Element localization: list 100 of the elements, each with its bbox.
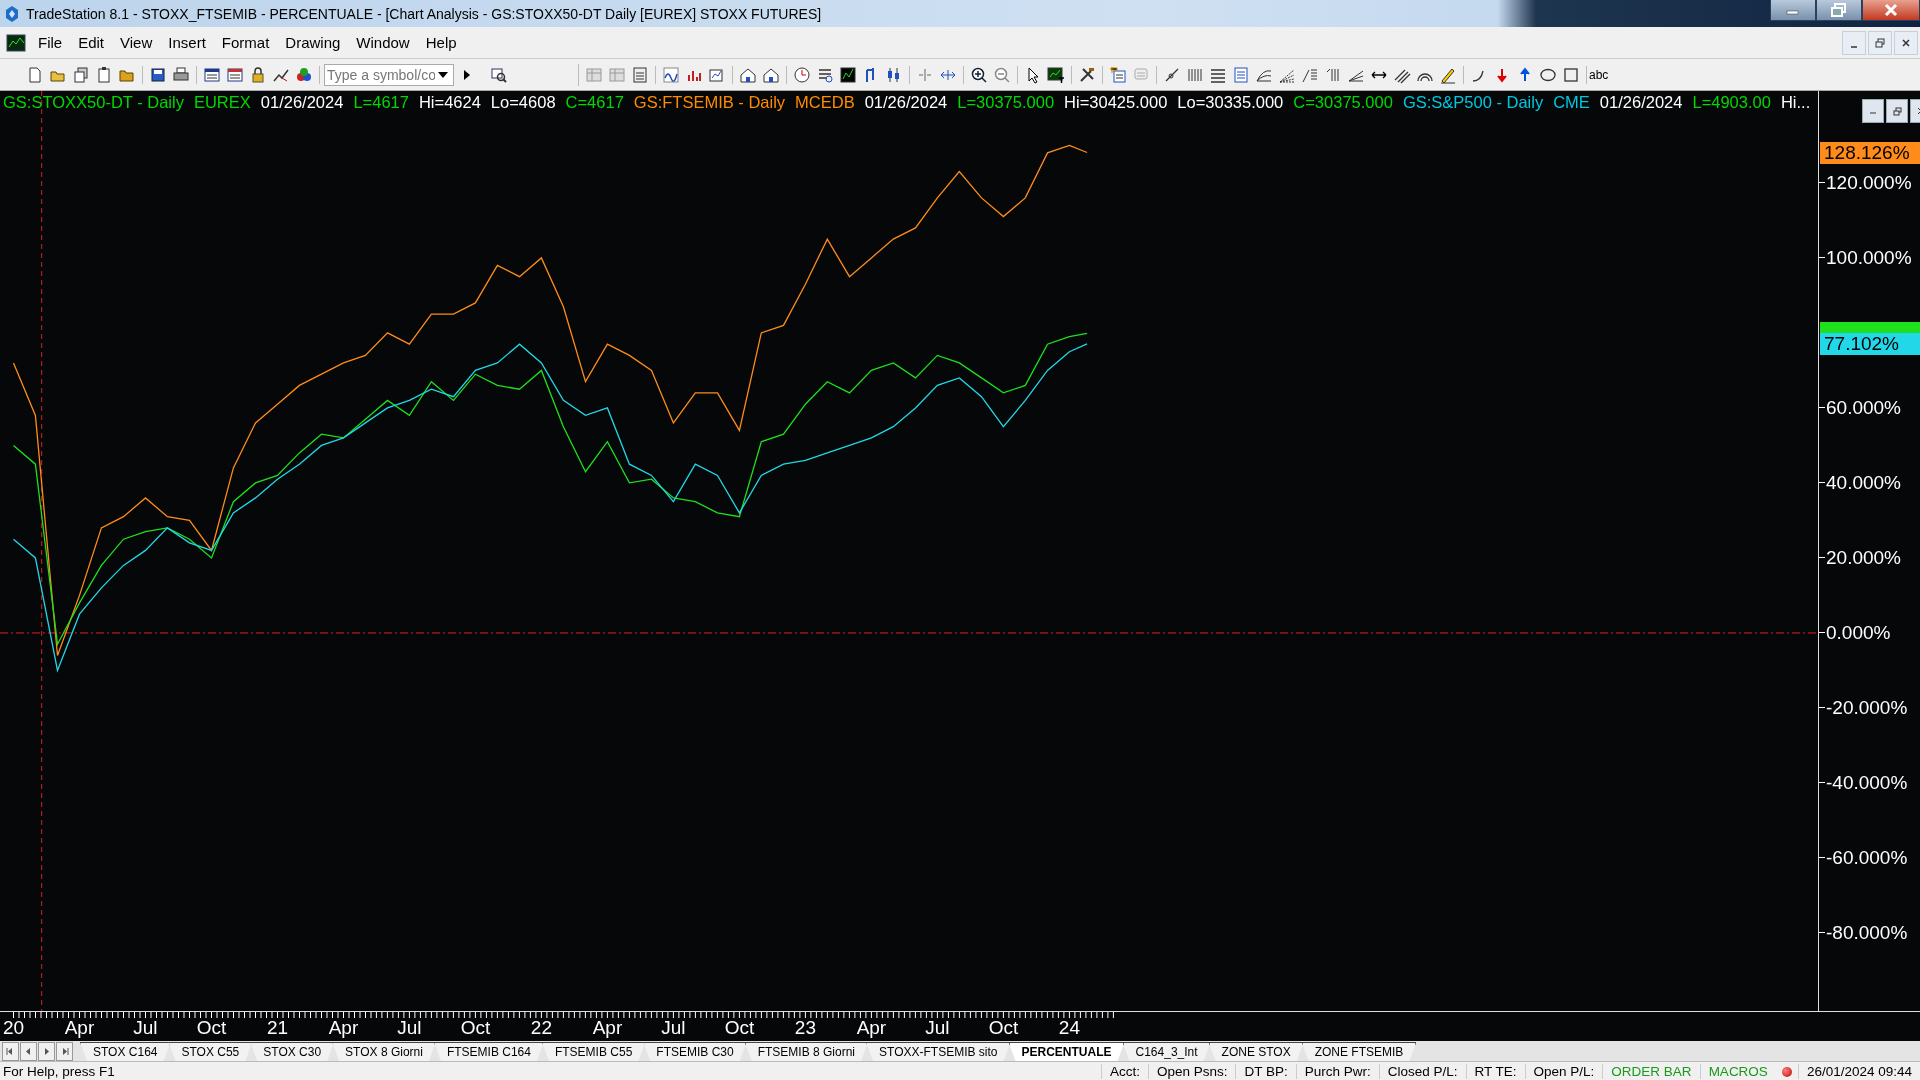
zoom-in-icon[interactable] xyxy=(970,65,988,84)
left-arrow-icon xyxy=(24,1047,33,1056)
menu-item[interactable]: Drawing xyxy=(277,32,349,53)
left-arrow-icon xyxy=(6,1047,15,1056)
restore-button[interactable] xyxy=(1816,0,1862,21)
sheet-tab[interactable]: ZONE STOX xyxy=(1208,1042,1304,1061)
data-label: 01/26/2024 xyxy=(864,93,948,112)
zoom-out-icon[interactable] xyxy=(993,65,1011,84)
data-label: Hi=4624 xyxy=(418,93,481,112)
axis-label: 21 xyxy=(266,1017,288,1039)
restore-icon xyxy=(1892,106,1902,116)
menu-item[interactable]: Help xyxy=(417,32,465,53)
status-field: Closed P/L: xyxy=(1378,1064,1466,1079)
price-marker: 77.102% xyxy=(1820,332,1920,355)
sheet-tab[interactable]: STOX C55 xyxy=(168,1042,253,1061)
right-arrow-icon xyxy=(42,1047,51,1056)
colored-balls-icon[interactable] xyxy=(295,65,313,84)
axis-label: -40.000% xyxy=(1819,771,1908,794)
price-marker: 128.126% xyxy=(1820,141,1920,164)
sheet-tab[interactable]: STOX C30 xyxy=(250,1042,335,1061)
sheet-tab[interactable]: ZONE FTSEMIB xyxy=(1301,1042,1417,1061)
axis-label: -60.000% xyxy=(1819,846,1908,869)
price-levels-icon[interactable] xyxy=(1232,65,1250,84)
data-label: Lo=30335.000 xyxy=(1177,93,1284,112)
axis-label: Jul xyxy=(925,1017,950,1039)
minimize-button[interactable] xyxy=(1770,0,1816,21)
status-field: RT TE: xyxy=(1465,1064,1525,1079)
status-field: Purch Pwr: xyxy=(1295,1064,1379,1079)
window-title: TradeStation 8.1 - STOXX_FTSEMIB - PERCENTUALE - [Chart Analysis - GS:STOXX50-DT Daily [EUREX] STOXX FUTURES] xyxy=(26,5,823,22)
menu-item[interactable]: Format xyxy=(213,32,278,53)
symbol-field[interactable]: Type a symbol/co xyxy=(324,63,454,86)
hammer-wrench-icon[interactable] xyxy=(1078,65,1096,84)
menu-item[interactable]: Insert xyxy=(160,32,214,53)
data-label: Lo=4608 xyxy=(490,93,556,112)
sheet-tab[interactable]: PERCENTUALE xyxy=(1008,1042,1125,1061)
window-list-icon[interactable] xyxy=(203,65,221,84)
axis-label: Jul xyxy=(133,1017,158,1039)
rectangle-icon[interactable] xyxy=(1562,65,1580,84)
status-field: Open Psns: xyxy=(1147,1064,1236,1079)
data-label: GS:FTSEMIB - Daily xyxy=(633,93,786,112)
status-field: Acct: xyxy=(1100,1064,1148,1079)
menu-item[interactable]: Window xyxy=(348,32,418,53)
data-label: GS:STOXX50-DT - Daily xyxy=(3,93,184,112)
data-label: 01/26/2024 xyxy=(1599,93,1683,112)
data-label: L=4617 xyxy=(353,93,409,112)
help-text: For Help, press F1 xyxy=(2,1064,116,1079)
tab-scroll-button[interactable] xyxy=(20,1042,37,1061)
text-tool[interactable]: abc xyxy=(1587,67,1611,82)
status-datetime: 26/01/2024 09:44 xyxy=(1797,1064,1920,1079)
clipboard-icon[interactable] xyxy=(95,65,113,84)
calculator-icon[interactable] xyxy=(631,65,649,84)
stacked-pages-icon[interactable] xyxy=(72,65,90,84)
monitor-chart-icon[interactable] xyxy=(839,65,857,84)
tab-scroll-button[interactable] xyxy=(2,1042,19,1061)
restore-icon xyxy=(1831,3,1847,17)
status-field: Open P/L: xyxy=(1524,1064,1603,1079)
restore-icon xyxy=(1875,37,1885,48)
printer-icon[interactable] xyxy=(172,65,190,84)
menu-item[interactable]: View xyxy=(112,32,161,53)
status-field: MACROS xyxy=(1699,1064,1776,1079)
insert-indicator-icon[interactable] xyxy=(1109,65,1127,84)
data-label: Hi=30425.000 xyxy=(1064,93,1168,112)
clock-icon[interactable] xyxy=(793,65,811,84)
axis-label: 100.000% xyxy=(1819,246,1912,269)
tab-scroll-button[interactable] xyxy=(56,1042,73,1061)
search-icon[interactable] xyxy=(490,65,508,84)
sheet-tab[interactable]: STOX C164 xyxy=(80,1042,171,1061)
chart-text-icon[interactable] xyxy=(1047,65,1065,84)
sheet-tab[interactable]: FTSEMIB C55 xyxy=(541,1042,646,1061)
axis-label: Apr xyxy=(592,1017,623,1039)
sheet-tab[interactable]: C164_3_Int xyxy=(1122,1042,1211,1061)
data-label: L=4903.00 xyxy=(1692,93,1771,112)
sheet-tab[interactable]: STOX 8 Giorni xyxy=(332,1042,436,1061)
tab-scroll-button[interactable] xyxy=(38,1042,55,1061)
wave-chart-icon[interactable] xyxy=(662,65,680,84)
menu-item[interactable]: Edit xyxy=(70,32,113,53)
sheet-tab[interactable]: STOXX-FTSEMIB sito xyxy=(866,1042,1011,1061)
axis-label: 60.000% xyxy=(1819,396,1901,419)
menu-item[interactable]: File xyxy=(30,32,71,53)
sheet-tab[interactable]: FTSEMIB C164 xyxy=(433,1042,544,1061)
axis-label: Apr xyxy=(64,1017,95,1039)
axis-label: Apr xyxy=(328,1017,359,1039)
axis-label: Oct xyxy=(724,1017,755,1039)
chart-app-icon[interactable] xyxy=(6,33,26,52)
axis-label: Oct xyxy=(460,1017,491,1039)
axis-label: Jul xyxy=(661,1017,686,1039)
data-label: GS:S&P500 - Daily xyxy=(1402,93,1544,112)
window-list-icon[interactable] xyxy=(226,65,244,84)
padlock-icon[interactable] xyxy=(249,65,267,84)
axis-label: 20 xyxy=(2,1017,24,1039)
new-document-icon[interactable] xyxy=(26,65,44,84)
data-label: CME xyxy=(1553,93,1590,112)
close-icon xyxy=(1901,37,1911,48)
close-button[interactable] xyxy=(1862,0,1920,21)
axis-label: -20.000% xyxy=(1819,696,1908,719)
sheet-tab[interactable]: FTSEMIB 8 Giorni xyxy=(744,1042,869,1061)
axis-label: 20.000% xyxy=(1819,546,1901,569)
sheet-tab[interactable]: FTSEMIB C30 xyxy=(643,1042,747,1061)
axis-label: Apr xyxy=(856,1017,887,1039)
app-icon xyxy=(4,4,20,23)
